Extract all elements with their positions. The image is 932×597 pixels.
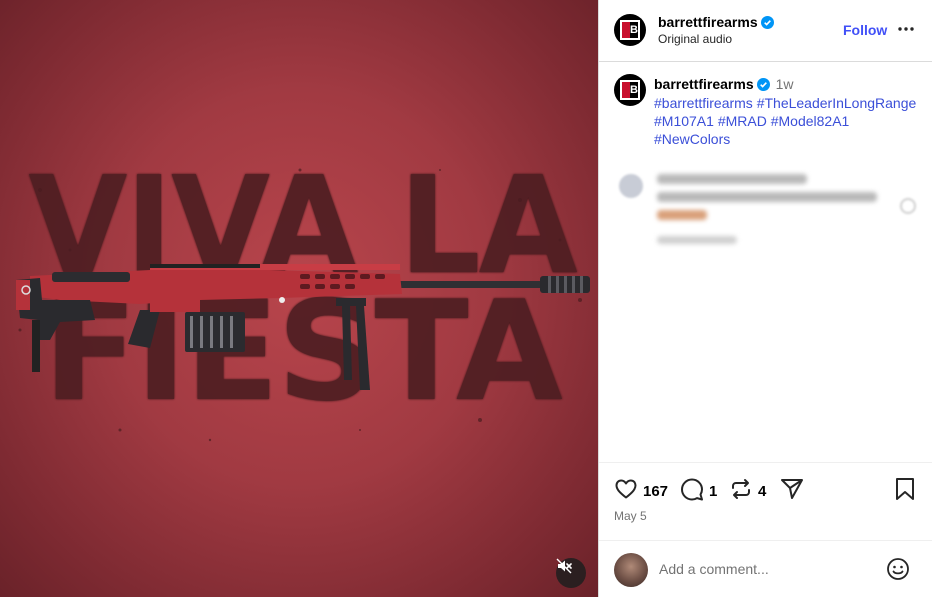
send-icon (780, 477, 804, 505)
more-options-button[interactable] (897, 20, 915, 43)
comment-button[interactable]: 1 (680, 477, 717, 505)
barrett-logo-icon: B (620, 80, 640, 100)
bookmark-icon (894, 477, 916, 505)
verified-badge-icon (760, 16, 774, 32)
commenter-avatar (619, 174, 643, 198)
repost-count: 4 (758, 482, 767, 500)
audio-label[interactable]: Original audio (658, 32, 732, 46)
caption-time: 1w (775, 76, 794, 92)
blurred-comment (617, 170, 927, 250)
share-button[interactable] (780, 477, 804, 505)
rifle-image (16, 168, 590, 442)
caption-username-text: barrettfirearms (654, 76, 754, 92)
barrett-logo-icon: B (620, 20, 640, 40)
more-icon (897, 25, 915, 42)
comment-input[interactable] (659, 555, 859, 583)
save-button[interactable] (894, 477, 916, 505)
comment-like-icon[interactable] (900, 198, 916, 214)
post-header: B barrettfirearms Original audio Follow (599, 0, 932, 62)
caption-hashtags[interactable]: #barrettfirearms #TheLeaderInLongRange #… (654, 94, 924, 148)
repost-icon (729, 477, 753, 505)
like-count: 167 (643, 482, 669, 500)
verified-badge-icon (756, 78, 770, 94)
follow-button[interactable]: Follow (843, 22, 887, 38)
current-user-avatar (614, 553, 648, 587)
like-button[interactable]: 167 (614, 477, 668, 505)
header-username-text: barrettfirearms (658, 14, 758, 30)
emoji-button[interactable] (886, 557, 910, 586)
post-media[interactable]: VIVA LA FIESTA (0, 0, 598, 597)
caption-avatar[interactable]: B (614, 74, 646, 106)
emoji-icon (886, 558, 910, 585)
heart-icon (614, 477, 638, 505)
post-date[interactable]: May 5 (614, 509, 647, 523)
mute-button[interactable] (556, 558, 586, 588)
repost-button[interactable]: 4 (729, 477, 766, 505)
comment-count: 1 (709, 482, 718, 500)
profile-avatar[interactable]: B (614, 14, 646, 46)
post-side-panel: B barrettfirearms Original audio Follow … (598, 0, 932, 597)
add-comment-bar (599, 540, 932, 597)
header-username[interactable]: barrettfirearms (658, 14, 774, 32)
caption-username[interactable]: barrettfirearms 1w (654, 76, 794, 94)
post-actions: 167 1 4 May 5 (599, 462, 932, 532)
comment-bubble-icon (680, 477, 704, 505)
